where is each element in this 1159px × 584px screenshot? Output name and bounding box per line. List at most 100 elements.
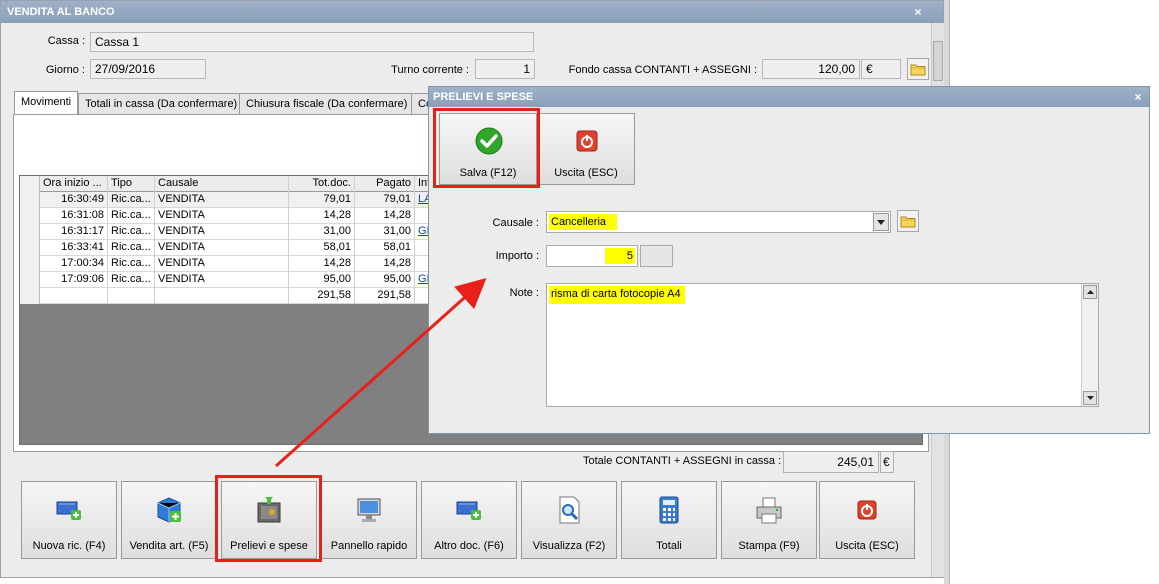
note-scrollbar[interactable]	[1081, 284, 1098, 406]
cell-pagato: 31,00	[355, 224, 415, 240]
visualizza-label: Visualizza (F2)	[532, 540, 606, 552]
row-header[interactable]	[20, 256, 40, 272]
causale-select[interactable]: Cancelleria	[546, 211, 891, 233]
giorno-field[interactable]: 27/09/2016	[90, 59, 206, 79]
cell-ora: 17:09:06	[40, 272, 108, 288]
cell-tipo	[108, 288, 155, 304]
calculator-icon	[659, 496, 679, 524]
vendita-art-button[interactable]: Vendita art. (F5)	[121, 481, 217, 559]
nuova-ric-label: Nuova ric. (F4)	[32, 540, 106, 552]
chevron-down-icon[interactable]	[873, 213, 889, 231]
cell-pagato: 95,00	[355, 272, 415, 288]
power-icon	[857, 500, 877, 520]
dialog-uscita-label: Uscita (ESC)	[554, 167, 618, 179]
cell-causale: VENDITA	[155, 224, 289, 240]
totale-label: Totale CONTANTI + ASSEGNI in cassa :	[583, 455, 782, 467]
cell-causale: VENDITA	[155, 272, 289, 288]
cell-tot: 14,28	[289, 208, 355, 224]
causale-value: Cancelleria	[549, 214, 617, 230]
dialog-uscita-button[interactable]: Uscita (ESC)	[537, 113, 635, 185]
nuova-ric-button[interactable]: Nuova ric. (F4)	[21, 481, 117, 559]
header-tipo[interactable]: Tipo	[108, 176, 155, 192]
cell-tipo: Ric.ca...	[108, 192, 155, 208]
main-title: VENDITA AL BANCO	[1, 1, 943, 23]
totale-currency: €	[880, 451, 894, 473]
close-icon[interactable]: ×	[911, 1, 925, 23]
cell-causale: VENDITA	[155, 256, 289, 272]
new-document-icon	[456, 501, 481, 520]
monitor-icon	[357, 498, 381, 522]
note-label: Note :	[509, 287, 539, 299]
cell-tipo: Ric.ca...	[108, 224, 155, 240]
cell-ora: 17:00:34	[40, 256, 108, 272]
fondo-field[interactable]: 120,00	[762, 59, 860, 79]
header-ora[interactable]: Ora inizio ...	[40, 176, 108, 192]
totali-label: Totali	[656, 540, 682, 552]
vendita-art-label: Vendita art. (F5)	[129, 540, 209, 552]
cassa-field[interactable]: Cassa 1	[90, 32, 534, 52]
printer-icon	[756, 497, 782, 524]
highlight-box-prelievi	[215, 475, 322, 562]
uscita-label: Uscita (ESC)	[835, 540, 899, 552]
row-header[interactable]	[20, 208, 40, 224]
uscita-button[interactable]: Uscita (ESC)	[819, 481, 915, 559]
importo-label: Importo :	[495, 250, 539, 262]
scroll-down-icon[interactable]	[1083, 391, 1097, 405]
row-header[interactable]	[20, 192, 40, 208]
cell-ora: 16:31:08	[40, 208, 108, 224]
cell-ora: 16:30:49	[40, 192, 108, 208]
cell-pagato: 14,28	[355, 208, 415, 224]
pannello-rapido-label: Pannello rapido	[330, 540, 408, 552]
cell-tipo: Ric.ca...	[108, 240, 155, 256]
fondo-currency: €	[861, 59, 901, 79]
causale-folder-button[interactable]	[897, 210, 919, 232]
folder-icon	[910, 64, 926, 76]
cube-add-icon	[157, 497, 181, 523]
new-document-icon	[56, 501, 81, 520]
turno-label: Turno corrente :	[391, 64, 469, 76]
giorno-label: Giorno :	[45, 64, 85, 76]
altro-doc-button[interactable]: Altro doc. (F6)	[421, 481, 517, 559]
folder-button[interactable]	[907, 58, 929, 80]
tab-totali[interactable]: Totali in cassa (Da confermare)	[78, 93, 245, 115]
cell-tipo: Ric.ca...	[108, 256, 155, 272]
row-header[interactable]	[20, 272, 40, 288]
fondo-label: Fondo cassa CONTANTI + ASSEGNI :	[568, 64, 757, 76]
folder-icon	[900, 216, 916, 228]
cell-pagato: 58,01	[355, 240, 415, 256]
tab-movimenti[interactable]: Movimenti	[14, 91, 79, 115]
dialog-close-icon[interactable]: ×	[1131, 87, 1145, 107]
cell-tot: 58,01	[289, 240, 355, 256]
importo-field[interactable]: 5	[546, 245, 638, 267]
header-tot[interactable]: Tot.doc.	[289, 176, 355, 192]
cell-tot: 291,58	[289, 288, 355, 304]
cell-tot: 14,28	[289, 256, 355, 272]
pannello-rapido-button[interactable]: Pannello rapido	[321, 481, 417, 559]
header-pagato[interactable]: Pagato	[355, 176, 415, 192]
scroll-up-icon[interactable]	[1083, 285, 1097, 299]
cell-ora: 16:31:17	[40, 224, 108, 240]
tab-chiusura[interactable]: Chiusura fiscale (Da confermare)	[239, 93, 415, 115]
cell-pagato: 79,01	[355, 192, 415, 208]
stampa-label: Stampa (F9)	[738, 540, 800, 552]
magnifier-document-icon	[559, 496, 580, 524]
row-header[interactable]	[20, 288, 40, 304]
cell-pagato: 291,58	[355, 288, 415, 304]
totali-button[interactable]: Totali	[621, 481, 717, 559]
cell-tipo: Ric.ca...	[108, 272, 155, 288]
turno-field[interactable]: 1	[475, 59, 535, 79]
row-header	[20, 176, 40, 192]
power-icon	[576, 130, 598, 152]
cassa-label: Cassa :	[47, 35, 85, 47]
cell-ora	[40, 288, 108, 304]
totale-field[interactable]: 245,01	[783, 451, 879, 473]
row-header[interactable]	[20, 224, 40, 240]
visualizza-button[interactable]: Visualizza (F2)	[521, 481, 617, 559]
stampa-button[interactable]: Stampa (F9)	[721, 481, 817, 559]
note-textarea[interactable]: risma di carta fotocopie A4	[546, 283, 1099, 407]
cell-ora: 16:33:41	[40, 240, 108, 256]
scroll-thumb[interactable]	[933, 41, 943, 81]
row-header[interactable]	[20, 240, 40, 256]
cell-causale: VENDITA	[155, 208, 289, 224]
header-causale[interactable]: Causale	[155, 176, 289, 192]
